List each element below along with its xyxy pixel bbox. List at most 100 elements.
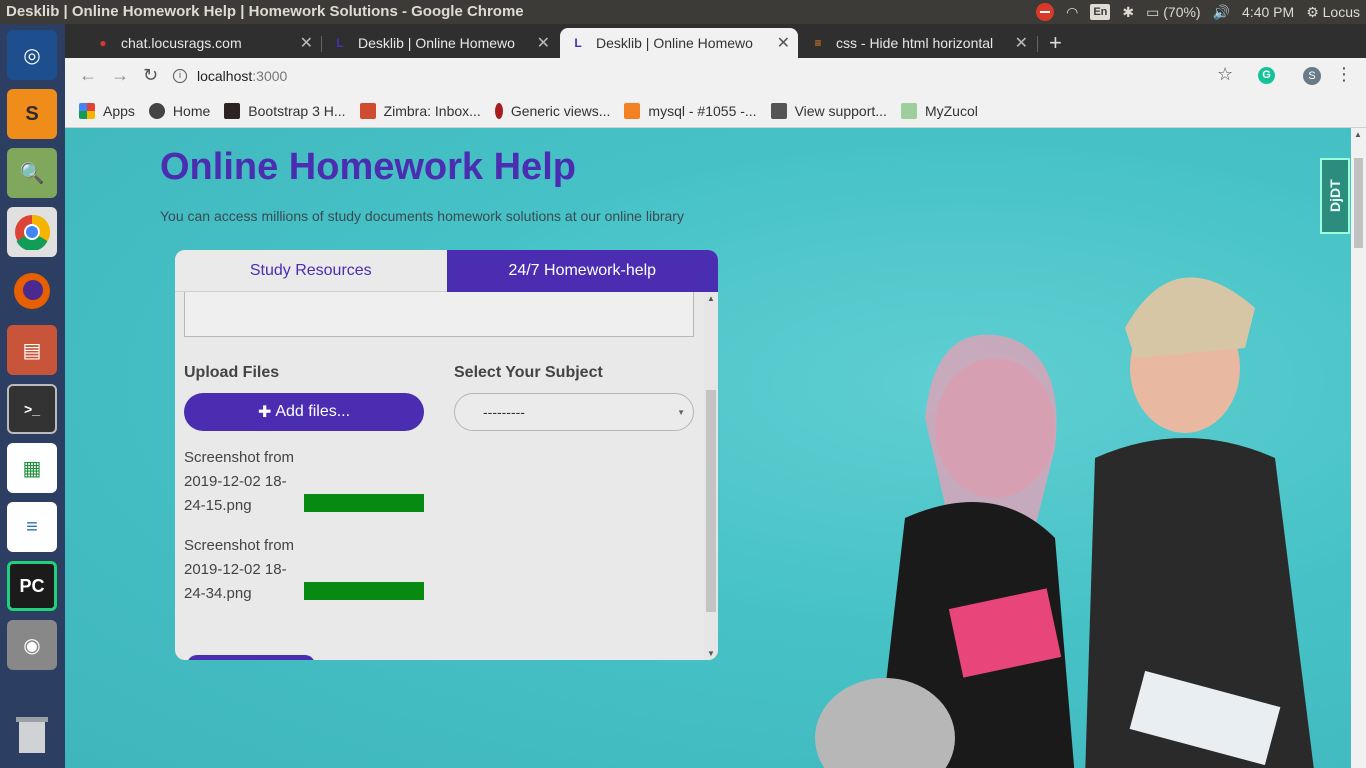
battery-percent: (70%): [1163, 3, 1201, 20]
tab-title: Desklib | Online Homewo: [358, 35, 515, 51]
site-info-icon[interactable]: i: [173, 69, 187, 83]
session-menu[interactable]: ⚙ Locus: [1306, 4, 1360, 21]
scroll-down-arrow-icon[interactable]: ▼: [707, 649, 715, 658]
tab-title: css - Hide html horizontal: [836, 35, 994, 51]
hero-students-image: [815, 277, 1314, 768]
back-arrow-icon[interactable]: ←: [79, 65, 97, 86]
desklib-favicon-icon: L: [336, 36, 344, 50]
page-subtitle: You can access millions of study documen…: [160, 208, 684, 224]
bookmark-view-support[interactable]: View support...: [770, 102, 887, 119]
battery-status[interactable]: ▭ (70%): [1146, 4, 1200, 21]
chat-favicon-icon: ●: [99, 36, 107, 50]
user-name: Locus: [1322, 3, 1360, 20]
bookmarks-bar: Apps Home Bootstrap 3 H... Zimbra: Inbox…: [65, 94, 1366, 128]
stackoverflow-favicon-icon: [624, 102, 641, 119]
bluetooth-icon[interactable]: ✱: [1122, 4, 1134, 21]
chevron-down-icon: ▼: [677, 408, 685, 417]
bookmark-apps[interactable]: Apps: [79, 102, 135, 119]
bookmark-star-icon[interactable]: ☆: [1217, 64, 1233, 85]
page-title: Online Homework Help: [160, 146, 576, 188]
globe-icon: [148, 102, 165, 119]
question-textarea[interactable]: [184, 292, 694, 337]
trash-icon[interactable]: [7, 710, 57, 760]
url-host: localhost: [197, 68, 253, 84]
clock[interactable]: 4:40 PM: [1242, 4, 1294, 20]
bookmark-label: Apps: [103, 102, 135, 119]
tab-separator: [1037, 36, 1038, 52]
browser-tab-strip: ● chat.locusrags.com ✕ L Desklib | Onlin…: [65, 24, 1366, 58]
page-scrollbar-thumb[interactable]: [1354, 158, 1363, 248]
submit-button-partial[interactable]: [187, 655, 315, 660]
bookmark-label: MyZucol: [924, 102, 978, 119]
bookmark-home[interactable]: Home: [148, 102, 211, 119]
new-tab-plus-icon[interactable]: +: [1049, 30, 1062, 56]
upload-progress-bar: [304, 582, 424, 600]
chrome-menu-icon[interactable]: ⋮: [1335, 64, 1353, 85]
close-tab-icon[interactable]: ✕: [300, 33, 313, 53]
add-files-label: Add files...: [275, 403, 351, 420]
form-tabs: Study Resources 24/7 Homework-help: [175, 250, 718, 292]
close-tab-icon[interactable]: ✕: [1015, 33, 1028, 53]
grammarly-extension-icon[interactable]: G: [1258, 67, 1275, 84]
browser-tab[interactable]: ≡ css - Hide html horizontal ✕: [800, 28, 1036, 58]
terminal-icon[interactable]: >_: [7, 384, 57, 434]
no-entry-icon[interactable]: [1036, 3, 1055, 21]
keyboard-layout[interactable]: En: [1090, 4, 1111, 20]
uploaded-file-name: Screenshot from 2019-12-02 18-24-15.png: [184, 449, 295, 514]
form-scrollbar[interactable]: ▲ ▼: [704, 292, 718, 660]
bookmark-label: Home: [172, 102, 211, 119]
ubuntu-dash-icon[interactable]: ◎: [7, 30, 57, 80]
zimbra-favicon-icon: [359, 102, 376, 119]
camera-icon[interactable]: ◉: [7, 620, 57, 670]
subject-select[interactable]: --------- ▼: [454, 393, 694, 431]
subject-selected-value: ---------: [483, 404, 525, 420]
files-icon[interactable]: ▤: [7, 325, 57, 375]
bookmark-label: Zimbra: Inbox...: [383, 102, 481, 119]
bookmark-generic-views[interactable]: Generic views...: [494, 102, 610, 119]
bookmark-label: mysql - #1055 -...: [648, 102, 757, 119]
close-tab-icon[interactable]: ✕: [777, 33, 790, 53]
wifi-icon[interactable]: ◠: [1066, 4, 1078, 21]
tab-homework-help[interactable]: 24/7 Homework-help: [446, 250, 718, 292]
bookmark-zimbra[interactable]: Zimbra: Inbox...: [359, 102, 481, 119]
add-files-button[interactable]: ✚ Add files...: [184, 393, 424, 431]
writer-document-icon[interactable]: ≡: [7, 502, 57, 552]
browser-tab-active[interactable]: L Desklib | Online Homewo ✕: [560, 28, 798, 58]
plus-icon: ✚: [257, 404, 272, 421]
image-viewer-icon[interactable]: 🔍: [7, 148, 57, 198]
desklib-favicon-icon: L: [574, 36, 582, 50]
url-port: :3000: [252, 68, 288, 84]
firefox-icon[interactable]: [7, 266, 57, 316]
chrome-icon[interactable]: [7, 207, 57, 257]
stackoverflow-favicon-icon: ≡: [814, 36, 822, 50]
apps-grid-icon: [79, 102, 95, 119]
browser-tab[interactable]: L Desklib | Online Homewo ✕: [322, 28, 558, 58]
scroll-up-arrow-icon[interactable]: ▲: [707, 294, 715, 303]
support-favicon-icon: [770, 102, 787, 119]
bookmark-bootstrap[interactable]: Bootstrap 3 H...: [224, 102, 346, 119]
profile-avatar[interactable]: S: [1303, 67, 1321, 85]
page-viewport: Online Homework Help You can access mill…: [65, 128, 1351, 768]
system-tray: ◠ En ✱ ▭ (70%) 🔊 4:40 PM ⚙ Locus: [1036, 0, 1360, 24]
volume-icon[interactable]: 🔊: [1213, 4, 1230, 21]
browser-tab[interactable]: ● chat.locusrags.com ✕: [85, 28, 321, 58]
uploaded-file-name: Screenshot from 2019-12-02 18-24-34.png: [184, 537, 295, 602]
address-bar[interactable]: i localhost:3000: [173, 62, 1213, 90]
bootstrap-favicon-icon: [224, 102, 241, 119]
page-scrollbar[interactable]: ▲: [1351, 128, 1366, 768]
pycharm-icon[interactable]: PC: [7, 561, 57, 611]
django-debug-toolbar-handle[interactable]: DjDT: [1320, 158, 1350, 234]
sublime-text-icon[interactable]: S: [7, 89, 57, 139]
bookmark-mysql[interactable]: mysql - #1055 -...: [624, 102, 757, 119]
calc-spreadsheet-icon[interactable]: ▦: [7, 443, 57, 493]
forward-arrow-icon[interactable]: →: [111, 65, 129, 86]
upload-files-label: Upload Files: [184, 364, 280, 381]
close-tab-icon[interactable]: ✕: [537, 33, 550, 53]
scroll-up-arrow-icon[interactable]: ▲: [1354, 130, 1362, 139]
reload-icon[interactable]: ↻: [143, 65, 158, 86]
form-scrollbar-thumb[interactable]: [706, 390, 716, 612]
tab-study-resources[interactable]: Study Resources: [175, 250, 447, 292]
system-top-bar: Desklib | Online Homework Help | Homewor…: [0, 0, 1366, 24]
bookmark-myzucol[interactable]: MyZucol: [900, 102, 978, 119]
window-title: Desklib | Online Homework Help | Homewor…: [6, 3, 524, 20]
